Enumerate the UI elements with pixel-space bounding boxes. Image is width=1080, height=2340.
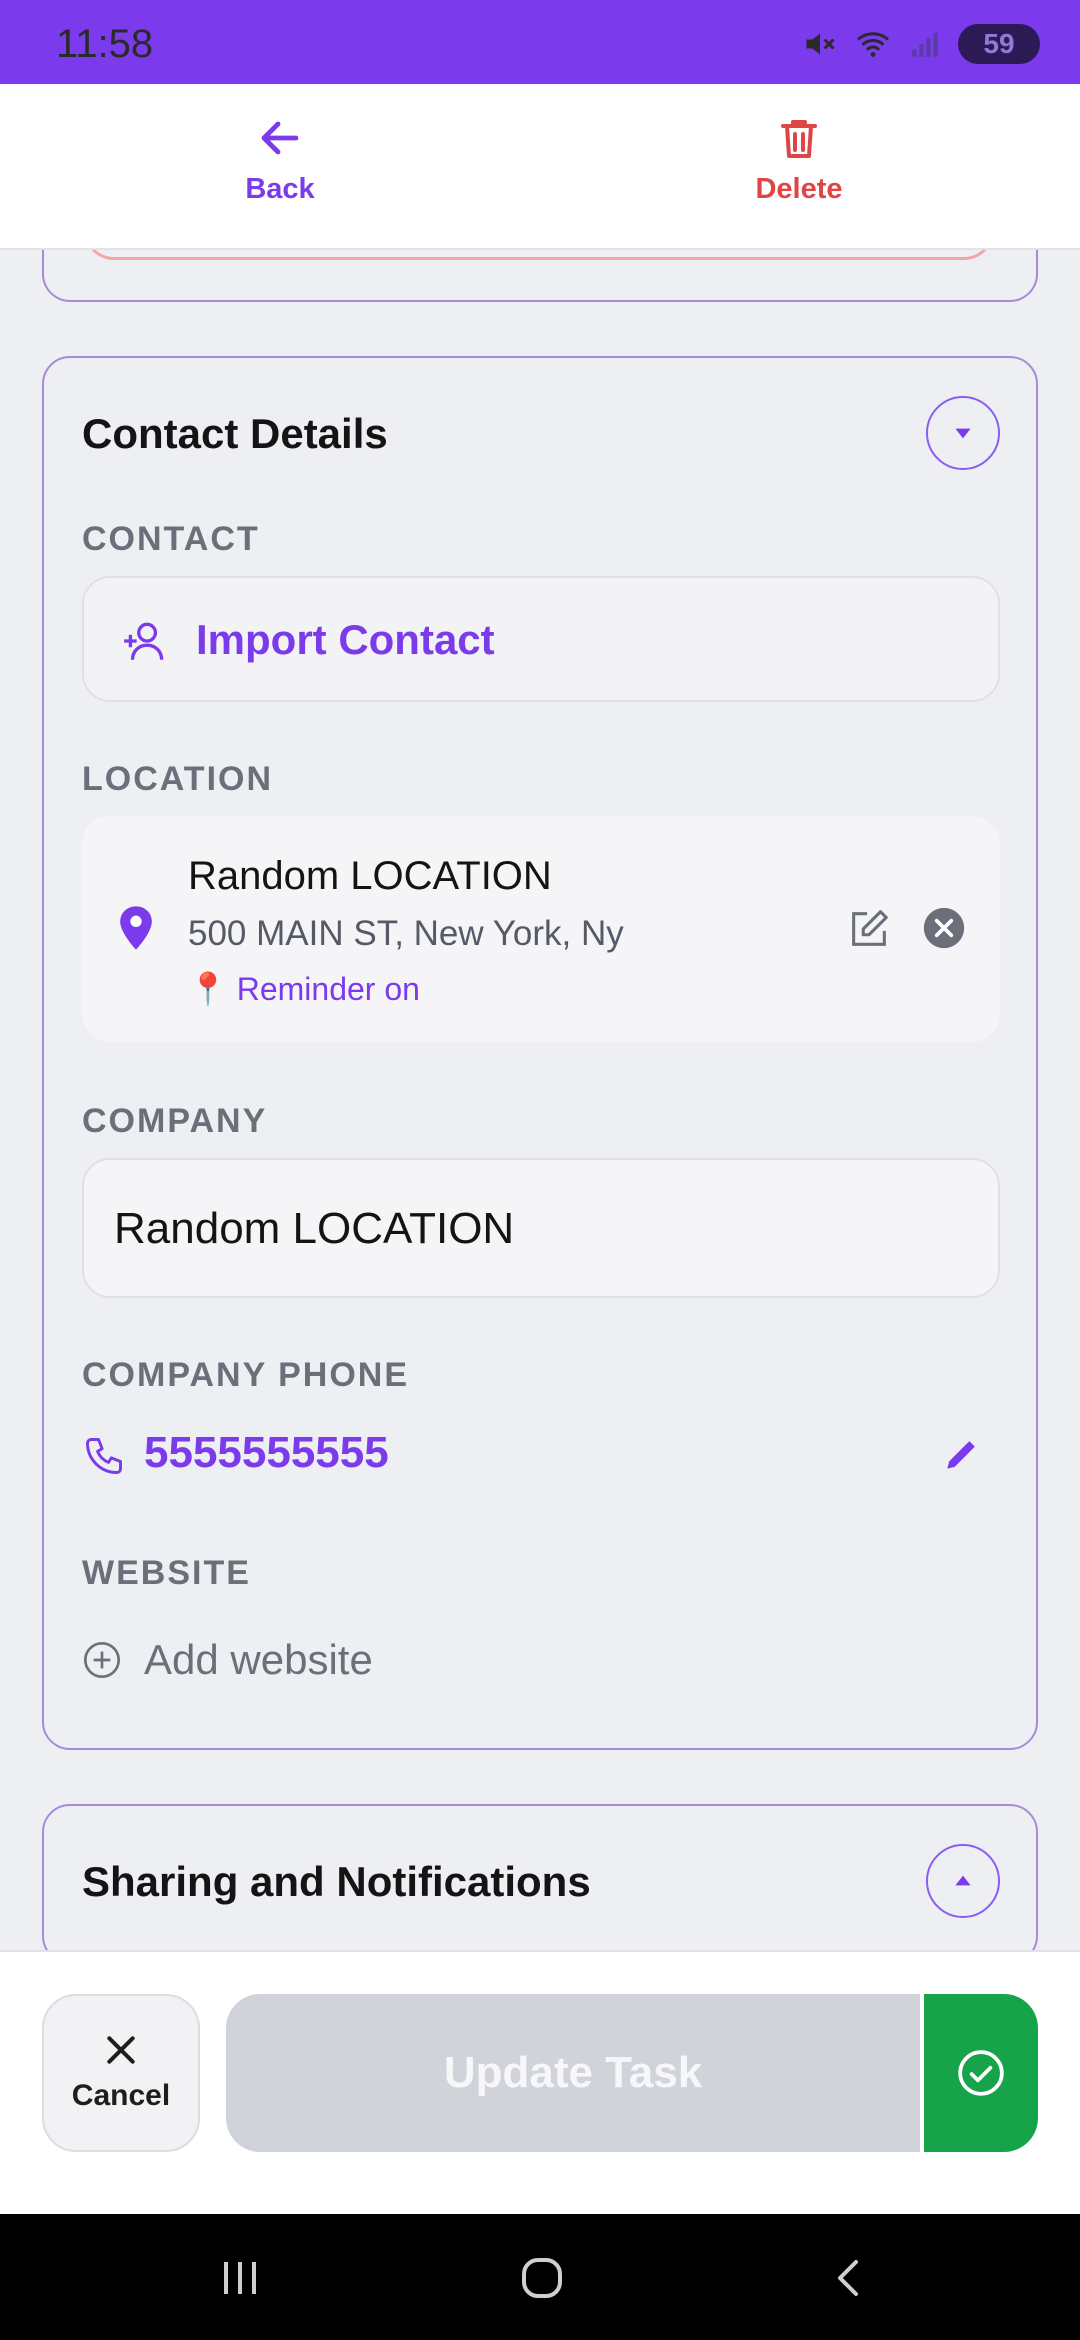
top-nav: Back Delete — [0, 84, 1080, 250]
cancel-label: Cancel — [71, 2079, 171, 2112]
edit-phone-icon[interactable] — [940, 1432, 984, 1476]
company-field[interactable]: Random LOCATION — [82, 1158, 1000, 1298]
arrow-left-icon — [261, 121, 299, 155]
location-item[interactable]: Random LOCATION 500 MAIN ST, New York, N… — [82, 816, 1000, 1042]
edit-location-icon[interactable] — [846, 906, 892, 952]
caret-down-icon — [955, 428, 971, 439]
map-pin-icon — [120, 906, 152, 950]
check-circle-icon — [958, 2050, 1004, 2096]
back-label: Back — [245, 173, 315, 205]
remove-location-icon[interactable] — [922, 906, 966, 950]
back-nav-icon[interactable] — [826, 2254, 874, 2302]
status-time: 11:58 — [56, 22, 154, 66]
system-nav-bar — [0, 2214, 1080, 2340]
delete-label: Delete — [755, 173, 843, 205]
location-label: LOCATION — [82, 760, 274, 798]
caret-up-icon — [955, 1875, 971, 1886]
sharing-notifications-card[interactable]: Sharing and Notifications — [42, 1804, 1038, 1964]
contact-details-card: Contact Details CONTACT Import Contact L… — [42, 356, 1038, 1750]
wifi-icon — [857, 32, 889, 57]
confirm-button[interactable] — [924, 1994, 1038, 2152]
contact-details-title: Contact Details — [82, 410, 388, 457]
home-icon[interactable] — [518, 2254, 566, 2302]
add-website-button[interactable]: Add website — [144, 1636, 373, 1684]
mute-icon — [806, 33, 835, 55]
location-reminder-status: 📍 Reminder on — [188, 971, 420, 1007]
import-contact-button[interactable]: Import Contact — [82, 576, 1000, 702]
delete-button[interactable]: Delete — [699, 114, 899, 206]
company-phone-link[interactable]: 5555555555 — [144, 1428, 389, 1478]
recent-apps-icon[interactable] — [216, 2256, 264, 2300]
status-icons: 59 — [802, 24, 1040, 64]
signal-icon — [912, 32, 938, 57]
company-value: Random LOCATION — [114, 1204, 515, 1253]
import-contact-label: Import Contact — [196, 616, 495, 663]
location-name: Random LOCATION — [188, 854, 552, 898]
company-phone-label: COMPANY PHONE — [82, 1356, 410, 1394]
battery-indicator: 59 — [958, 24, 1040, 64]
collapse-contact-button[interactable] — [926, 396, 1000, 470]
website-label: WEBSITE — [82, 1554, 251, 1592]
phone-icon — [86, 1438, 122, 1474]
location-address: 500 MAIN ST, New York, Ny — [188, 914, 624, 953]
contact-label: CONTACT — [82, 520, 260, 558]
back-button[interactable]: Back — [180, 114, 380, 206]
close-icon — [107, 2036, 135, 2064]
battery-level: 59 — [983, 28, 1015, 59]
trash-icon — [781, 120, 817, 158]
cancel-button[interactable]: Cancel — [42, 1994, 200, 2152]
status-bar: 11:58 59 — [0, 0, 1080, 84]
add-person-icon — [124, 622, 164, 660]
update-task-button[interactable]: Update Task — [226, 1994, 920, 2152]
sharing-notifications-title: Sharing and Notifications — [82, 1858, 591, 1905]
expand-sharing-button[interactable] — [926, 1844, 1000, 1918]
add-circle-icon — [84, 1642, 120, 1678]
action-bar: Cancel Update Task — [0, 1950, 1080, 2214]
company-label: COMPANY — [82, 1102, 268, 1140]
